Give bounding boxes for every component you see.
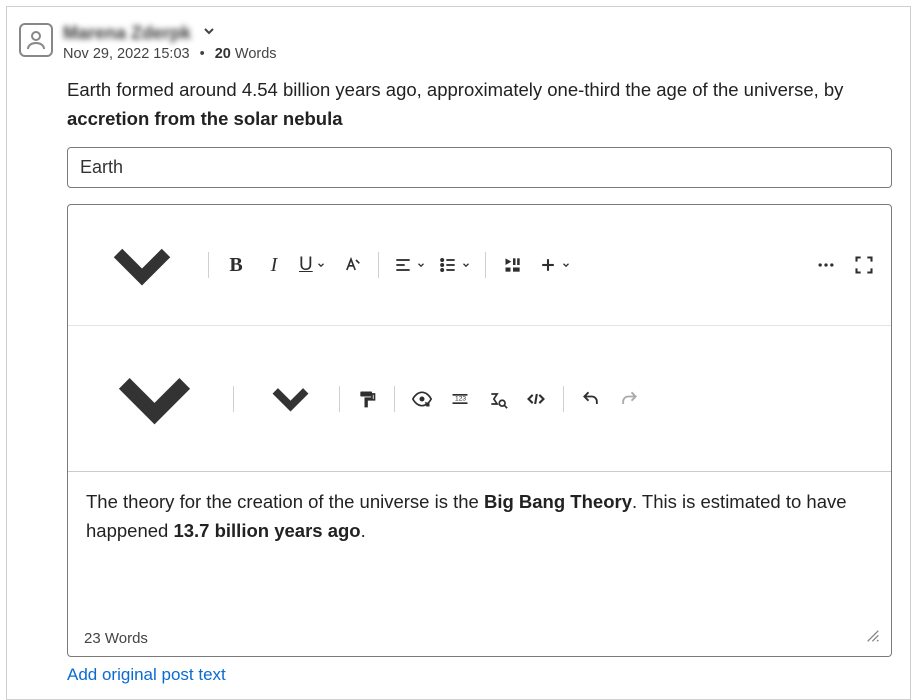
post-word-count: 20 Words xyxy=(215,46,277,62)
post-header: Marena Zderpk Nov 29, 2022 15:03 • 20 Wo… xyxy=(19,23,892,62)
redo-button[interactable] xyxy=(612,382,646,416)
align-button[interactable] xyxy=(389,248,430,282)
font-size-select[interactable]: 0.95re… xyxy=(244,362,329,435)
accessibility-checker-button[interactable] xyxy=(405,382,439,416)
author-menu-toggle[interactable] xyxy=(201,23,217,44)
italic-button[interactable]: I xyxy=(257,248,291,282)
equation-button[interactable] xyxy=(481,382,515,416)
editor-content-area[interactable]: The theory for the creation of the unive… xyxy=(68,472,891,622)
format-painter-button[interactable] xyxy=(350,382,384,416)
author-name: Marena Zderpk xyxy=(63,23,191,44)
svg-text:123: 123 xyxy=(455,396,466,403)
resize-handle-icon[interactable] xyxy=(865,628,881,648)
insert-media-button[interactable] xyxy=(496,248,530,282)
underline-button[interactable]: U xyxy=(295,248,330,282)
fullscreen-button[interactable] xyxy=(847,248,881,282)
insert-more-button[interactable] xyxy=(534,248,575,282)
text-color-button[interactable] xyxy=(334,248,368,282)
post-editor-panel: Marena Zderpk Nov 29, 2022 15:03 • 20 Wo… xyxy=(6,6,911,700)
source-code-button[interactable] xyxy=(519,382,553,416)
original-post-body: Earth formed around 4.54 billion years a… xyxy=(67,76,892,133)
avatar xyxy=(19,23,53,57)
font-family-select[interactable]: Lato (Recomm… xyxy=(78,332,223,465)
editor-word-count: 23 Words xyxy=(84,630,148,647)
editor-toolbar: Paragraph B I U xyxy=(68,205,891,472)
word-count-button[interactable]: 123 xyxy=(443,382,477,416)
add-original-post-link[interactable]: Add original post text xyxy=(67,665,226,684)
list-button[interactable] xyxy=(434,248,475,282)
undo-button[interactable] xyxy=(574,382,608,416)
rich-text-editor: Paragraph B I U xyxy=(67,204,892,657)
block-format-select[interactable]: Paragraph xyxy=(78,211,198,319)
post-timestamp: Nov 29, 2022 15:03 xyxy=(63,46,190,62)
more-actions-button[interactable] xyxy=(809,248,843,282)
title-input[interactable]: Earth xyxy=(67,147,892,188)
bold-button[interactable]: B xyxy=(219,248,253,282)
